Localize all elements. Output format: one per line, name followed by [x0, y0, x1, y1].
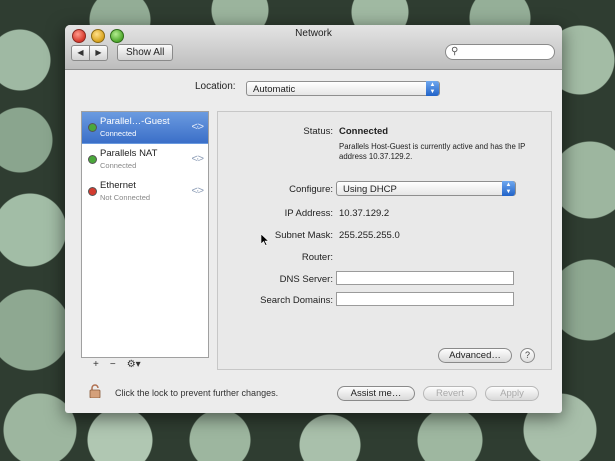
status-dot-icon — [88, 187, 97, 196]
apply-button[interactable]: Apply — [485, 386, 539, 401]
status-value: Connected — [339, 126, 389, 137]
location-label: Location: — [195, 81, 236, 92]
navigation-buttons: ◀ ▶ — [71, 45, 108, 61]
service-status: Not Connected — [100, 193, 151, 202]
service-status: Connected — [100, 129, 137, 138]
dns-server-label: DNS Server: — [279, 274, 333, 285]
search-input[interactable]: ⚲ — [445, 44, 555, 60]
help-button[interactable]: ? — [520, 348, 535, 363]
network-arrows-icon: <·> — [191, 121, 203, 133]
service-item[interactable]: Ethernet Not Connected <·> — [82, 176, 208, 208]
action-menu-button[interactable]: ⚙▾ — [127, 359, 141, 370]
status-dot-icon — [88, 123, 97, 132]
search-domains-label: Search Domains: — [260, 295, 333, 306]
configure-select[interactable]: Using DHCP ▲ ▼ — [336, 181, 516, 196]
back-button[interactable]: ◀ — [71, 45, 90, 61]
location-value: Automatic — [253, 84, 296, 95]
status-description: Parallels Host-Guest is currently active… — [339, 142, 526, 161]
network-arrows-icon: <·> — [191, 185, 203, 197]
router-label: Router: — [301, 252, 333, 263]
search-icon: ⚲ — [451, 46, 459, 57]
location-select[interactable]: Automatic ▲ ▼ — [246, 81, 440, 96]
subnet-mask-label: Subnet Mask: — [274, 230, 333, 241]
service-name: Ethernet — [100, 180, 136, 191]
configure-label: Configure: — [289, 184, 333, 195]
search-domains-field[interactable] — [336, 292, 514, 306]
dns-server-field[interactable] — [336, 271, 514, 285]
show-all-button[interactable]: Show All — [117, 44, 174, 61]
mouse-cursor-icon — [261, 234, 269, 246]
service-status: Connected — [100, 161, 137, 170]
ip-address-value: 10.37.129.2 — [339, 208, 390, 219]
network-preferences-window: Network ◀ ▶ Show All ⚲ Location: Automat… — [65, 25, 562, 413]
subnet-mask-value: 255.255.255.0 — [339, 230, 400, 241]
select-arrows-icon: ▲ ▼ — [426, 81, 439, 96]
window-titlebar: Network ◀ ▶ Show All ⚲ — [65, 25, 562, 70]
add-service-button[interactable]: + — [93, 359, 99, 370]
configure-value: Using DHCP — [343, 184, 397, 195]
service-list: Parallel…-Guest Connected <·> Parallels … — [81, 111, 209, 358]
advanced-button[interactable]: Advanced… — [438, 348, 512, 363]
service-name: Parallels NAT — [100, 148, 158, 159]
service-name: Parallel…-Guest — [100, 116, 170, 127]
forward-button[interactable]: ▶ — [90, 45, 108, 61]
select-arrows-icon: ▲ ▼ — [502, 181, 515, 196]
assist-me-button[interactable]: Assist me… — [337, 386, 415, 401]
revert-button[interactable]: Revert — [423, 386, 477, 401]
service-item[interactable]: Parallel…-Guest Connected <·> — [82, 112, 208, 144]
window-title: Network — [295, 28, 332, 39]
ip-address-label: IP Address: — [284, 208, 333, 219]
lock-icon[interactable] — [89, 384, 101, 398]
status-label: Status: — [303, 126, 333, 137]
service-list-controls: + − ⚙▾ — [81, 357, 207, 371]
remove-service-button[interactable]: − — [110, 359, 116, 370]
network-arrows-icon: <·> — [191, 153, 203, 165]
service-item[interactable]: Parallels NAT Connected <·> — [82, 144, 208, 176]
status-dot-icon — [88, 155, 97, 164]
lock-message: Click the lock to prevent further change… — [115, 388, 279, 398]
